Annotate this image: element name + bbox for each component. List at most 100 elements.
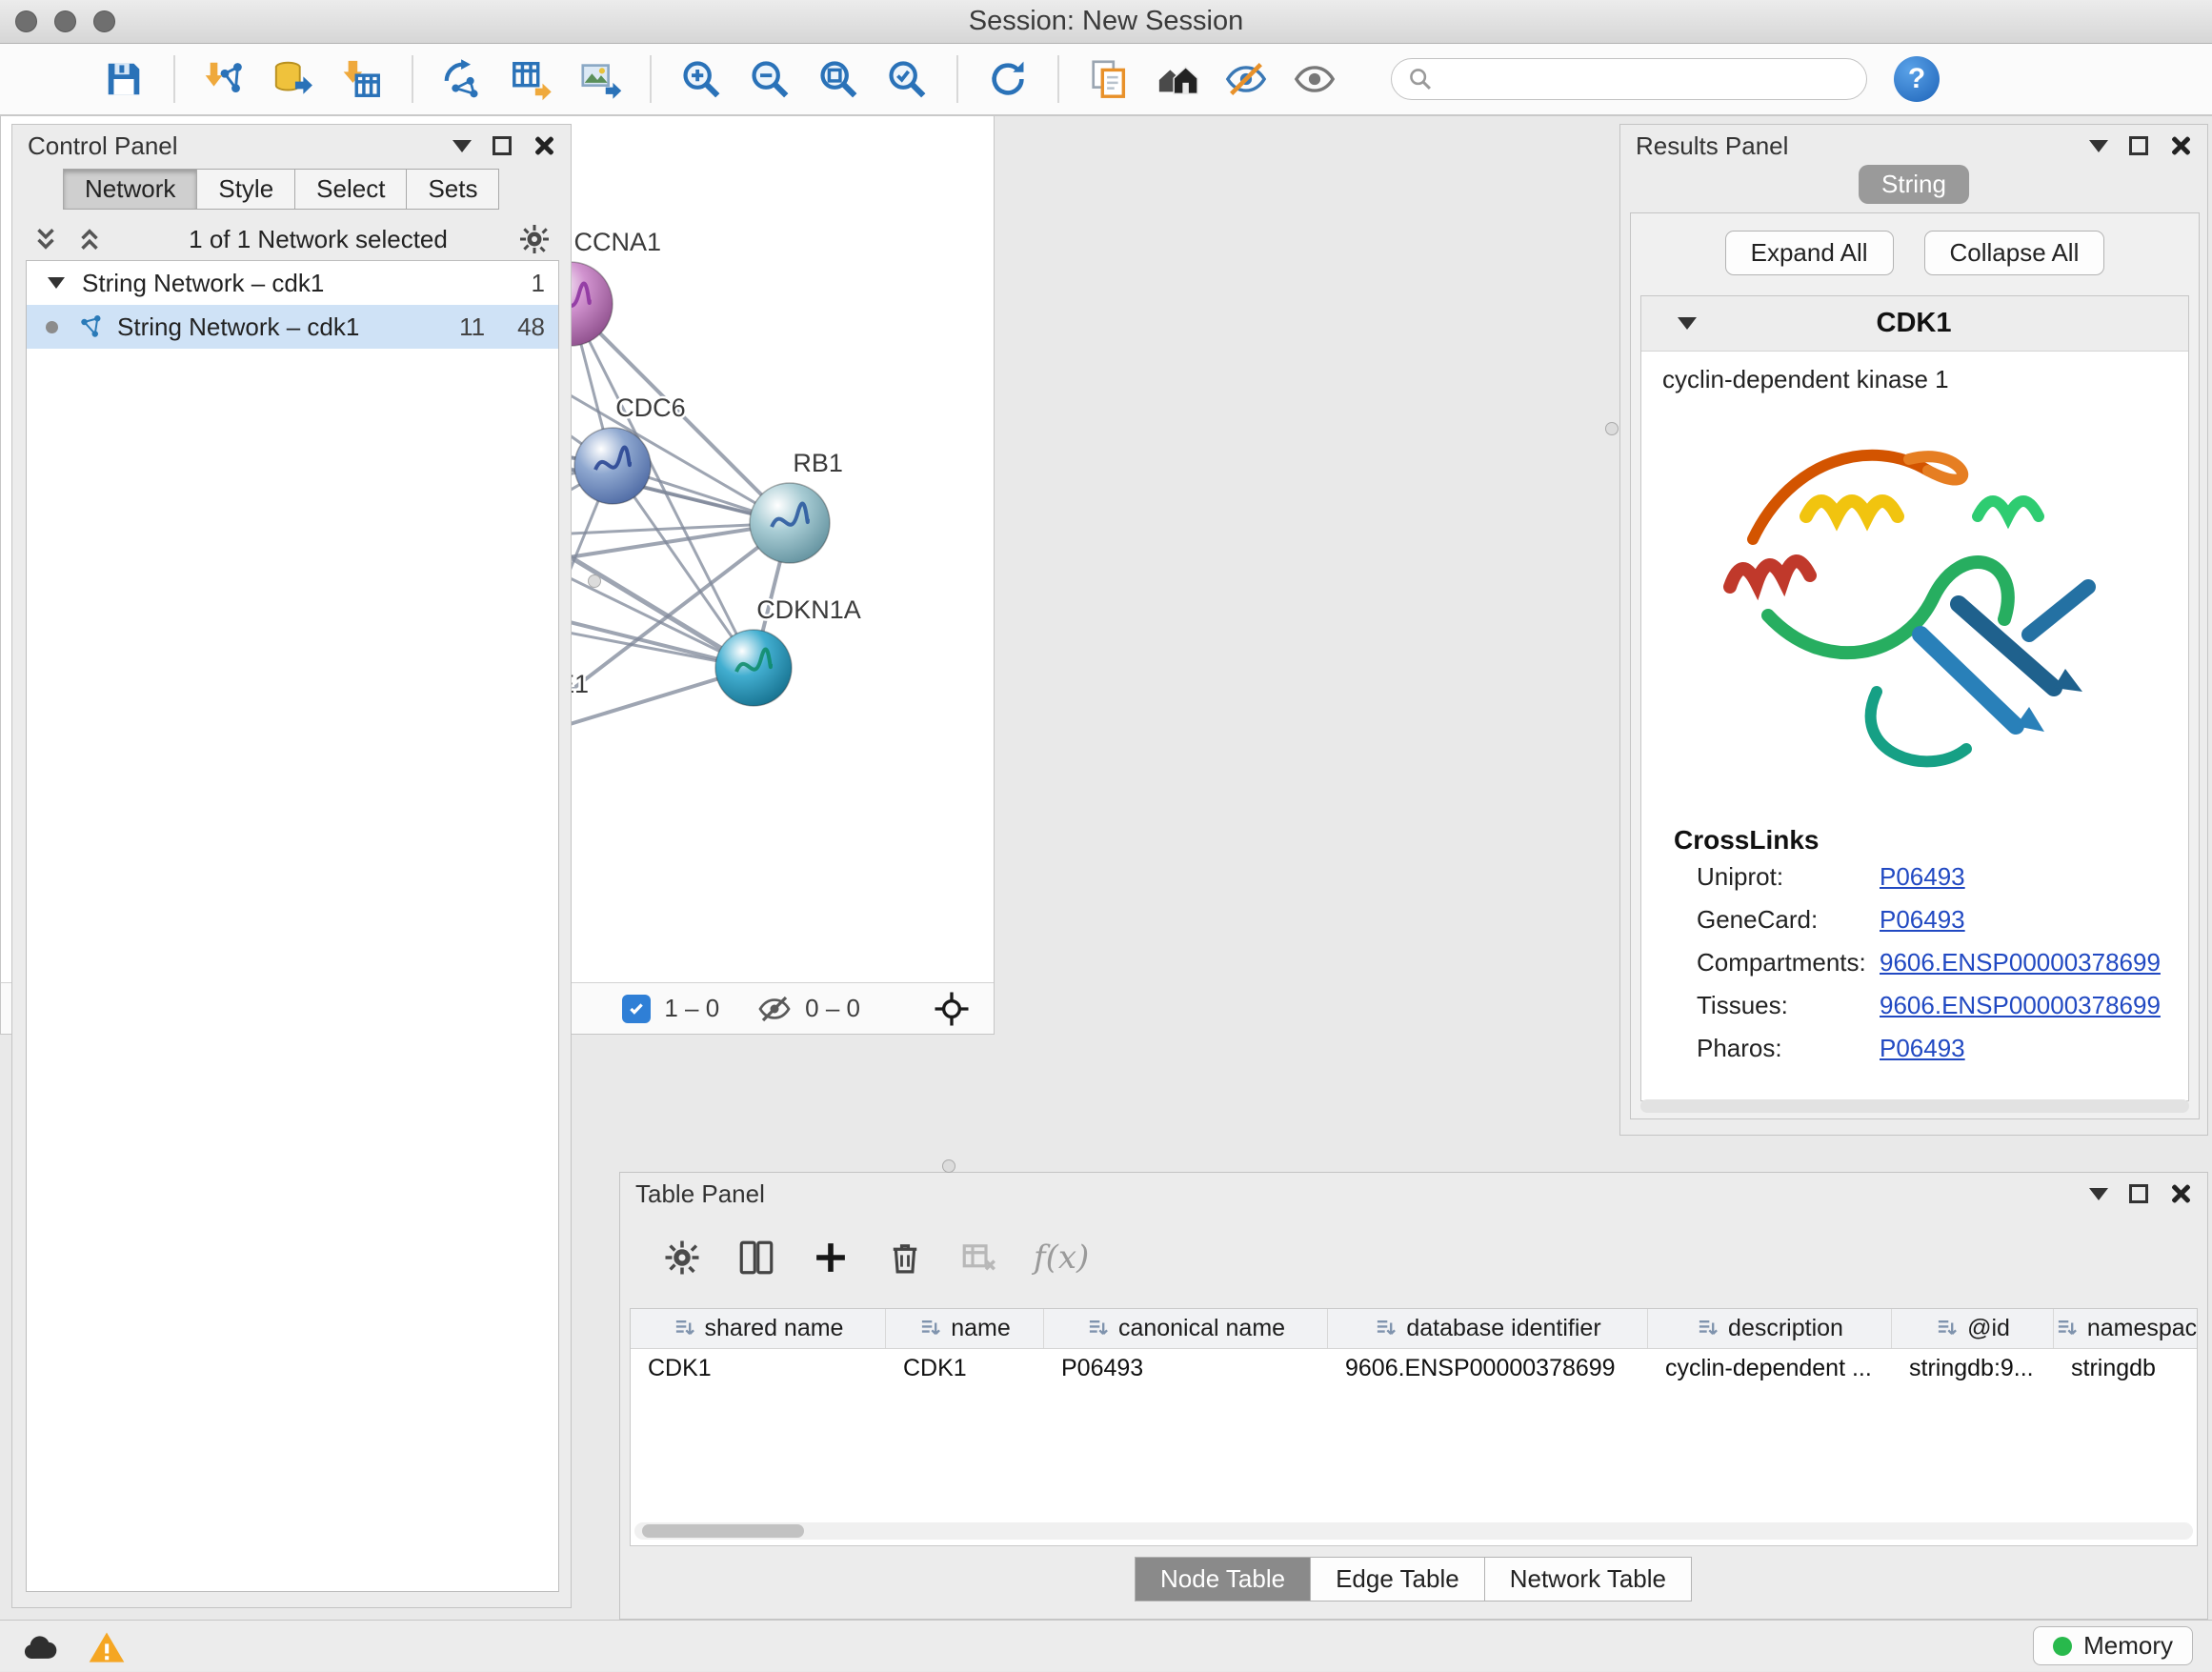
- results-scrollbar[interactable]: [1640, 1099, 2189, 1113]
- table-cell[interactable]: stringdb:9...: [1892, 1349, 2054, 1389]
- minimize-window-button[interactable]: [54, 10, 76, 32]
- tab-network-table[interactable]: Network Table: [1484, 1557, 1692, 1601]
- export-image-button[interactable]: [573, 52, 627, 106]
- panel-menu-icon[interactable]: [2089, 140, 2108, 152]
- first-neighbors-button[interactable]: [1151, 52, 1204, 106]
- tab-style[interactable]: Style: [196, 169, 295, 210]
- delete-column-icon[interactable]: [885, 1238, 925, 1278]
- crosslinks-title: CrossLinks: [1641, 816, 2188, 856]
- zoom-in-button[interactable]: [674, 52, 728, 106]
- new-network-from-selection-button[interactable]: [436, 52, 490, 106]
- tab-network[interactable]: Network: [63, 169, 197, 210]
- hidden-eye-slash-icon[interactable]: [757, 992, 792, 1026]
- gear-icon[interactable]: [517, 222, 552, 256]
- column-header-namespac[interactable]: namespac: [2054, 1309, 2198, 1348]
- open-session-button[interactable]: [29, 52, 82, 106]
- warnings-button[interactable]: [86, 1627, 128, 1665]
- zoom-fit-button[interactable]: [812, 52, 865, 106]
- copy-button[interactable]: [1082, 52, 1136, 106]
- string-tab-badge[interactable]: String: [1859, 165, 1969, 204]
- table-row[interactable]: CDK1CDK1P064939606.ENSP00000378699cyclin…: [631, 1349, 2197, 1389]
- close-panel-icon[interactable]: [533, 134, 555, 157]
- zoom-out-button[interactable]: [743, 52, 796, 106]
- tab-sets[interactable]: Sets: [406, 169, 499, 210]
- column-header--id[interactable]: @id: [1892, 1309, 2054, 1348]
- table-settings-gear-icon[interactable]: [662, 1238, 702, 1278]
- network-node-CDC6[interactable]: CDC6: [574, 393, 686, 504]
- import-network-file-button[interactable]: [198, 52, 251, 106]
- import-table-button[interactable]: [335, 52, 389, 106]
- network-node-CDKN1A[interactable]: CDKN1A: [715, 595, 861, 706]
- node-label: RB1: [793, 449, 843, 477]
- expand-all-icon[interactable]: [75, 225, 104, 253]
- crosslink-link[interactable]: P06493: [1880, 862, 1965, 892]
- column-header-canonical-name[interactable]: canonical name: [1044, 1309, 1328, 1348]
- crosslink-label: Tissues:: [1697, 991, 1880, 1020]
- zoom-selected-button[interactable]: [880, 52, 934, 106]
- show-all-button[interactable]: [1288, 52, 1341, 106]
- tree-expander-icon[interactable]: [48, 277, 65, 289]
- column-header-shared-name[interactable]: shared name: [631, 1309, 886, 1348]
- crosslink-link[interactable]: 9606.ENSP00000378699: [1880, 991, 2161, 1020]
- close-panel-icon[interactable]: [2169, 1182, 2192, 1205]
- section-collapse-icon[interactable]: [1678, 317, 1697, 330]
- splitter-handle[interactable]: [588, 574, 601, 588]
- network-node-RB1[interactable]: RB1: [750, 449, 843, 563]
- maximize-window-button[interactable]: [93, 10, 115, 32]
- panel-menu-icon[interactable]: [2089, 1188, 2108, 1200]
- column-header-database-identifier[interactable]: database identifier: [1328, 1309, 1648, 1348]
- help-button[interactable]: ?: [1894, 56, 1940, 102]
- float-panel-icon[interactable]: [2129, 136, 2148, 155]
- panel-menu-icon[interactable]: [452, 140, 472, 152]
- selected-checkbox-icon[interactable]: [622, 995, 651, 1023]
- tab-select[interactable]: Select: [294, 169, 407, 210]
- crosslink-link[interactable]: P06493: [1880, 905, 1965, 935]
- collapse-all-icon[interactable]: [31, 225, 60, 253]
- collapse-all-button[interactable]: Collapse All: [1924, 231, 2105, 275]
- table-cell[interactable]: P06493: [1044, 1349, 1328, 1389]
- crosslinks-list: Uniprot:P06493GeneCard:P06493Compartment…: [1641, 856, 2188, 1070]
- table-cell[interactable]: CDK1: [886, 1349, 1044, 1389]
- network-row[interactable]: String Network – cdk1 11 48: [27, 305, 558, 349]
- column-header-name[interactable]: name: [886, 1309, 1044, 1348]
- crosshair-icon[interactable]: [933, 990, 971, 1028]
- add-column-icon[interactable]: [811, 1238, 851, 1278]
- search-input[interactable]: [1443, 65, 1851, 94]
- search-box[interactable]: [1391, 58, 1867, 100]
- splitter-handle[interactable]: [1605, 422, 1619, 435]
- close-window-button[interactable]: [15, 10, 37, 32]
- tab-edge-table[interactable]: Edge Table: [1310, 1557, 1485, 1601]
- tab-node-table[interactable]: Node Table: [1135, 1557, 1311, 1601]
- splitter-handle[interactable]: [942, 1159, 955, 1173]
- table-cell[interactable]: 9606.ENSP00000378699: [1328, 1349, 1648, 1389]
- gene-section-header[interactable]: CDK1: [1641, 296, 2188, 352]
- hide-selected-button[interactable]: [1219, 52, 1273, 106]
- import-network-database-button[interactable]: [267, 52, 320, 106]
- column-header-description[interactable]: description: [1648, 1309, 1892, 1348]
- table-cell[interactable]: stringdb: [2054, 1349, 2198, 1389]
- cloud-status-button[interactable]: [19, 1627, 61, 1665]
- crosslink-link[interactable]: 9606.ENSP00000378699: [1880, 948, 2161, 977]
- table-horizontal-scrollbar[interactable]: [634, 1522, 2193, 1540]
- save-session-button[interactable]: [97, 52, 151, 106]
- toolbar-divider: [650, 55, 652, 103]
- float-panel-icon[interactable]: [2129, 1184, 2148, 1203]
- function-builder-icon[interactable]: f(x): [1034, 1239, 1089, 1277]
- apply-layout-button[interactable]: [981, 52, 1035, 106]
- memory-button[interactable]: Memory: [2033, 1626, 2193, 1665]
- show-columns-icon[interactable]: [736, 1238, 776, 1278]
- table-cell[interactable]: CDK1: [631, 1349, 886, 1389]
- close-panel-icon[interactable]: [2169, 134, 2192, 157]
- crosslink-link[interactable]: P06493: [1880, 1034, 1965, 1063]
- node-table: shared namenamecanonical namedatabase id…: [630, 1308, 2198, 1546]
- question-mark-icon: ?: [1908, 63, 1925, 95]
- toolbar-divider: [1057, 55, 1059, 103]
- export-table-button[interactable]: [505, 52, 558, 106]
- network-collection-row[interactable]: String Network – cdk1 1: [27, 261, 558, 305]
- expand-all-button[interactable]: Expand All: [1725, 231, 1894, 275]
- table-cell[interactable]: cyclin-dependent ...: [1648, 1349, 1892, 1389]
- float-panel-icon[interactable]: [493, 136, 512, 155]
- scrollbar-thumb[interactable]: [642, 1524, 804, 1538]
- table-panel-header: Table Panel: [620, 1173, 2207, 1215]
- edge-count: 48: [517, 312, 545, 342]
